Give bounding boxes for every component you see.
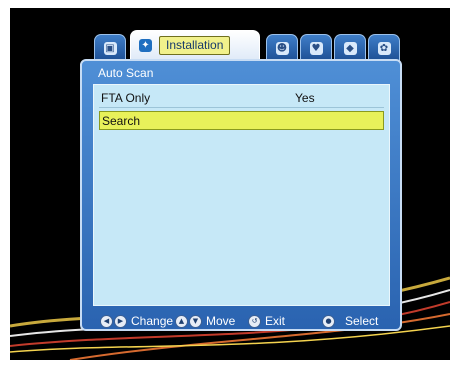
- hint-select-label: Select: [345, 314, 379, 328]
- panel-title: Auto Scan: [98, 66, 154, 80]
- fta-only-label: FTA Only: [101, 91, 151, 105]
- tv-icon: ▣: [103, 41, 117, 55]
- fta-only-value[interactable]: Yes: [295, 91, 315, 105]
- left-arrow-icon: ◀: [100, 314, 113, 328]
- hint-select: ● Select: [322, 314, 378, 328]
- search-row[interactable]: Search: [99, 111, 384, 130]
- satellite-icon: ✦: [139, 39, 152, 52]
- settings-list: FTA Only Yes Search: [93, 84, 390, 306]
- right-arrow-icon: ▶: [114, 314, 127, 328]
- down-arrow-icon: ▼: [189, 314, 202, 328]
- tab-lock[interactable]: ◆: [334, 34, 366, 61]
- exit-icon: ↺: [248, 314, 261, 328]
- up-arrow-icon: ▲: [175, 314, 188, 328]
- tab-installation[interactable]: ✦ Installation: [130, 30, 260, 60]
- search-label: Search: [102, 113, 141, 128]
- tab-tv[interactable]: ▣: [94, 34, 126, 61]
- hint-change: ◀ ▶ Change: [100, 314, 173, 328]
- hint-exit-label: Exit: [265, 314, 286, 328]
- button-hints: ◀ ▶ Change ▲ ▼ Move ↺ Exit ● Select: [82, 314, 400, 330]
- auto-scan-panel: Auto Scan FTA Only Yes Search ◀ ▶ Change…: [80, 59, 402, 331]
- hint-change-label: Change: [131, 314, 174, 328]
- tab-favorites[interactable]: ♥: [300, 34, 332, 61]
- fta-only-row[interactable]: FTA Only Yes: [99, 89, 384, 108]
- tab-people[interactable]: ☻: [266, 34, 298, 61]
- hint-move-label: Move: [206, 314, 236, 328]
- heart-icon: ♥: [309, 41, 323, 55]
- lock-icon: ◆: [343, 41, 357, 55]
- tab-settings[interactable]: ✿: [368, 34, 400, 61]
- tab-installation-label: Installation: [159, 36, 231, 55]
- settings-icon: ✿: [377, 41, 391, 55]
- hint-move: ▲ ▼ Move: [175, 314, 235, 328]
- ok-icon: ●: [322, 314, 335, 328]
- tv-screen: ▣ ✦ Installation ☻ ♥ ◆ ✿ Auto Scan FTA O…: [10, 8, 450, 360]
- hint-exit: ↺ Exit: [248, 314, 285, 328]
- people-icon: ☻: [275, 41, 289, 55]
